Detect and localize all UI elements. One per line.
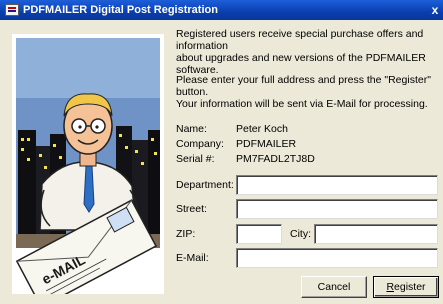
register-button[interactable]: Register	[373, 276, 439, 298]
zip-label: ZIP:	[176, 228, 196, 240]
company-value: PDFMAILER	[236, 138, 297, 150]
serial-value: PM7FADL2TJ8D	[236, 153, 315, 165]
street-field[interactable]	[236, 199, 438, 219]
department-field[interactable]	[236, 175, 438, 195]
name-value: Peter Koch	[236, 123, 288, 135]
dialog-body: e-MAIL Registered users receive special …	[0, 20, 443, 304]
window-title: PDFMAILER Digital Post Registration	[23, 4, 218, 16]
intro-line-3: Please enter your full address and press…	[176, 74, 431, 98]
title-bar: PDFMAILER Digital Post Registration x	[0, 0, 443, 20]
intro-paragraph-2: Please enter your full address and press…	[176, 74, 438, 110]
street-label: Street:	[176, 203, 207, 215]
intro-line-1: Registered users receive special purchas…	[176, 28, 424, 52]
city-field[interactable]	[314, 224, 438, 244]
intro-paragraph-1: Registered users receive special purchas…	[176, 28, 438, 76]
intro-line-4: Your information will be sent via E-Mail…	[176, 98, 428, 110]
app-icon	[5, 4, 19, 16]
email-label: E-Mail:	[176, 252, 209, 264]
illustration: e-MAIL	[12, 34, 164, 294]
name-label: Name:	[176, 123, 207, 135]
zip-field[interactable]	[236, 224, 282, 244]
cancel-button[interactable]: Cancel	[301, 276, 367, 298]
intro-line-2: about upgrades and new versions of the P…	[176, 52, 426, 76]
close-icon[interactable]: x	[429, 3, 441, 17]
company-label: Company:	[176, 138, 224, 150]
city-label: City:	[290, 228, 311, 240]
department-label: Department:	[176, 179, 234, 191]
mailman-illustration-image: e-MAIL	[12, 34, 164, 294]
email-field[interactable]	[236, 248, 438, 268]
serial-label: Serial #:	[176, 153, 215, 165]
